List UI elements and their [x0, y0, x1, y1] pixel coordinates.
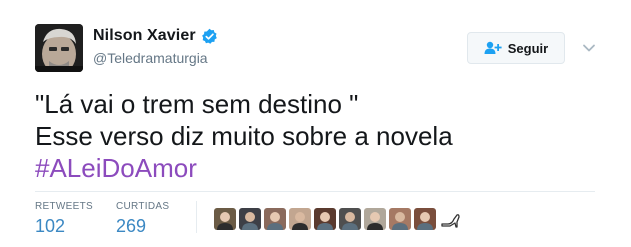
high-heel-shoe-icon[interactable] — [439, 208, 461, 230]
liker-avatar-1[interactable] — [214, 208, 236, 230]
retweets-count: 102 — [35, 216, 66, 236]
likers-avatars — [214, 208, 461, 230]
stats-divider — [35, 191, 595, 192]
follow-button-label: Seguir — [507, 40, 549, 56]
retweets-label: RETWEETS — [35, 201, 93, 212]
profile-avatar[interactable] — [35, 24, 83, 72]
name-row: Nilson Xavier — [93, 27, 218, 45]
liker-avatar-4[interactable] — [289, 208, 311, 230]
likes-stat[interactable]: CURTIDAS 269 — [116, 201, 169, 236]
liker-avatar-3[interactable] — [264, 208, 286, 230]
stats-separator — [196, 201, 197, 233]
tweet-text-line-2: Esse verso diz muito sobre a novela — [35, 121, 453, 151]
display-name[interactable]: Nilson Xavier — [93, 27, 196, 45]
liker-avatar-6[interactable] — [339, 208, 361, 230]
liker-avatar-2[interactable] — [239, 208, 261, 230]
tweet-card: Nilson Xavier @Teledramaturgia Seguir "L… — [0, 0, 631, 247]
hashtag-link[interactable]: #ALeiDoAmor — [35, 152, 453, 184]
tweet-text-line-1: "Lá vai o trem sem destino " — [35, 89, 359, 119]
liker-avatar-9[interactable] — [414, 208, 436, 230]
chevron-down-icon[interactable] — [581, 40, 597, 56]
user-handle[interactable]: @Teledramaturgia — [93, 50, 208, 66]
likes-label: CURTIDAS — [116, 201, 170, 212]
liker-avatar-7[interactable] — [364, 208, 386, 230]
liker-avatar-5[interactable] — [314, 208, 336, 230]
liker-avatar-8[interactable] — [389, 208, 411, 230]
verified-badge-icon — [201, 28, 218, 45]
retweets-stat[interactable]: RETWEETS 102 — [35, 201, 93, 236]
avatar-photo — [35, 24, 83, 72]
tweet-text: "Lá vai o trem sem destino " Esse verso … — [35, 88, 453, 184]
likes-count: 269 — [116, 216, 147, 236]
follow-button[interactable]: Seguir — [467, 32, 565, 64]
add-user-icon — [484, 41, 502, 55]
